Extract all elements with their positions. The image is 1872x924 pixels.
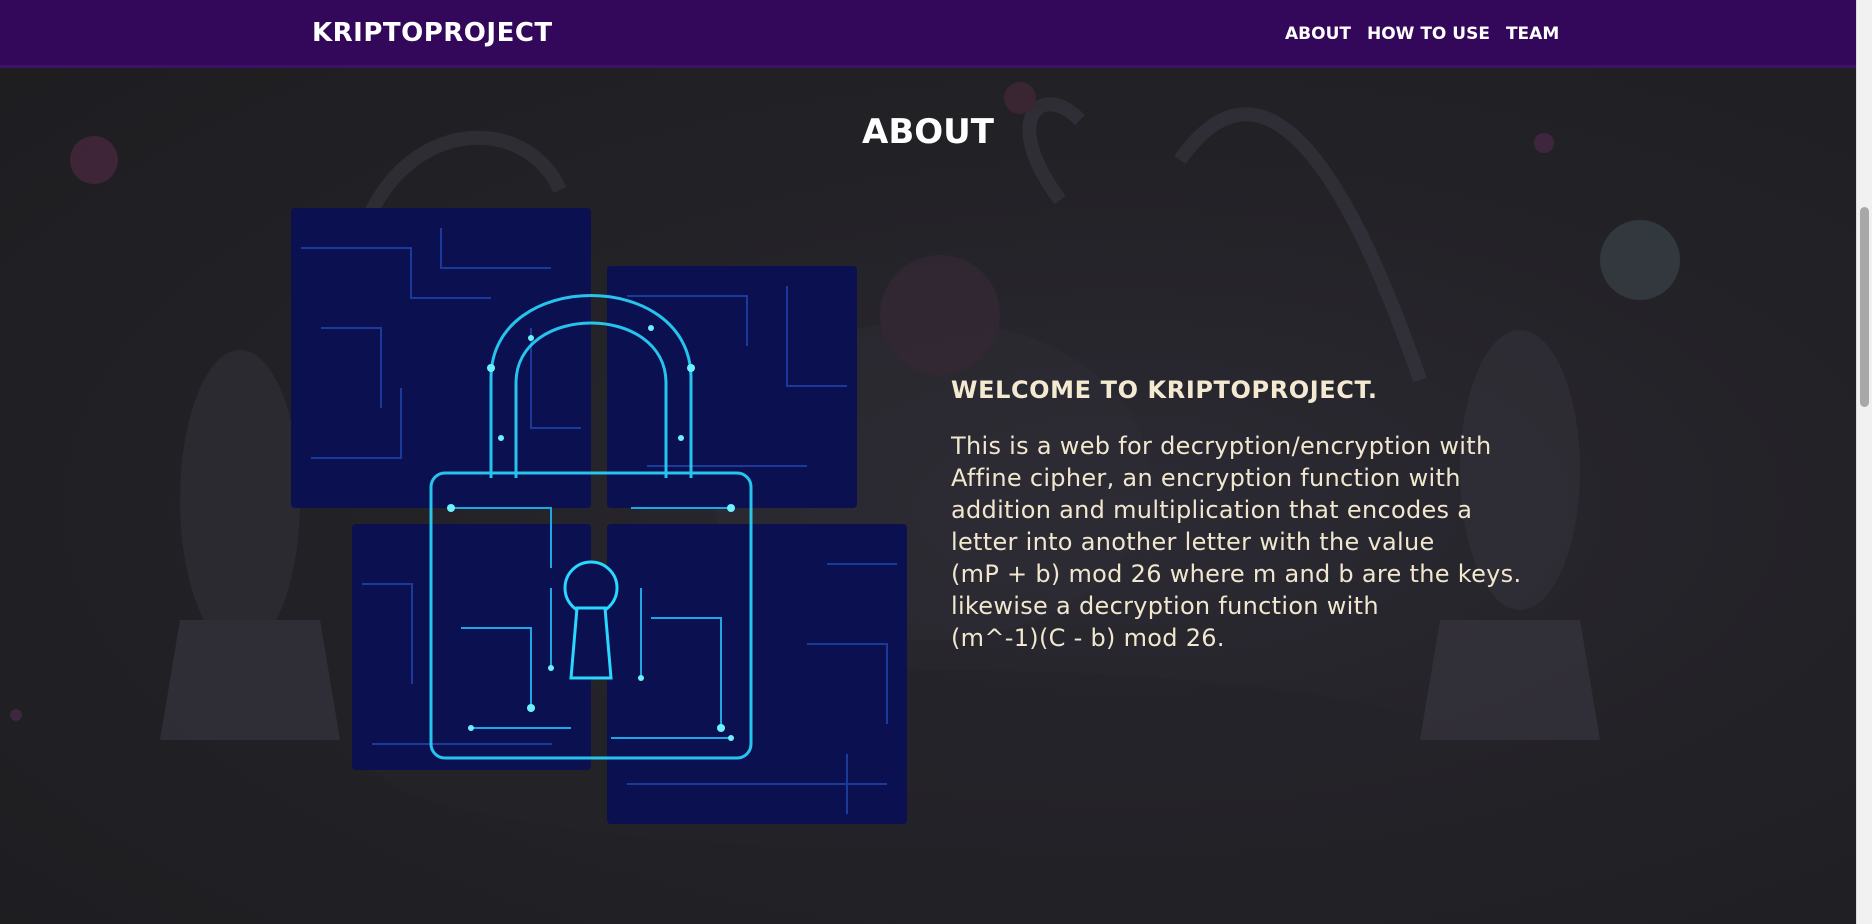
lock-tile-top-left <box>291 208 591 508</box>
description-line: addition and multiplication that encodes… <box>951 496 1473 524</box>
description-line: (m^-1)(C - b) mod 26. <box>951 624 1225 652</box>
circuit-pattern <box>627 286 847 467</box>
lock-image-tiles <box>291 208 907 824</box>
nav-link-about[interactable]: ABOUT <box>1285 24 1351 44</box>
page: KRIPTOPROJECT ABOUT HOW TO USE TEAM ABOU… <box>0 0 1872 924</box>
description-line: Affine cipher, an encryption function wi… <box>951 464 1461 492</box>
brand-logo[interactable]: KRIPTOPROJECT <box>312 18 553 48</box>
welcome-heading: WELCOME TO KRIPTOPROJECT. <box>951 376 1378 404</box>
circuit-pattern <box>301 228 581 459</box>
nav-link-team[interactable]: TEAM <box>1506 24 1559 44</box>
section-title: ABOUT <box>862 112 994 152</box>
nav-link-how-to-use[interactable]: HOW TO USE <box>1367 24 1490 44</box>
about-description: This is a web for decryption/encryption … <box>951 430 1571 654</box>
description-line: likewise a decryption function with <box>951 592 1379 620</box>
navbar: KRIPTOPROJECT ABOUT HOW TO USE TEAM <box>0 0 1856 68</box>
scrollbar-thumb[interactable] <box>1860 207 1869 407</box>
lock-tile-bottom-left <box>352 524 591 770</box>
page-scrollbar[interactable] <box>1856 0 1872 924</box>
description-line: This is a web for decryption/encryption … <box>951 432 1492 460</box>
description-line: letter into another letter with the valu… <box>951 528 1435 556</box>
circuit-pattern <box>627 563 897 814</box>
lock-tile-top-right <box>607 266 857 508</box>
description-line: (mP + b) mod 26 where m and b are the ke… <box>951 560 1522 588</box>
lock-tile-bottom-right <box>607 524 907 824</box>
circuit-pattern <box>362 583 552 745</box>
nav-links: ABOUT HOW TO USE TEAM <box>1285 24 1559 44</box>
